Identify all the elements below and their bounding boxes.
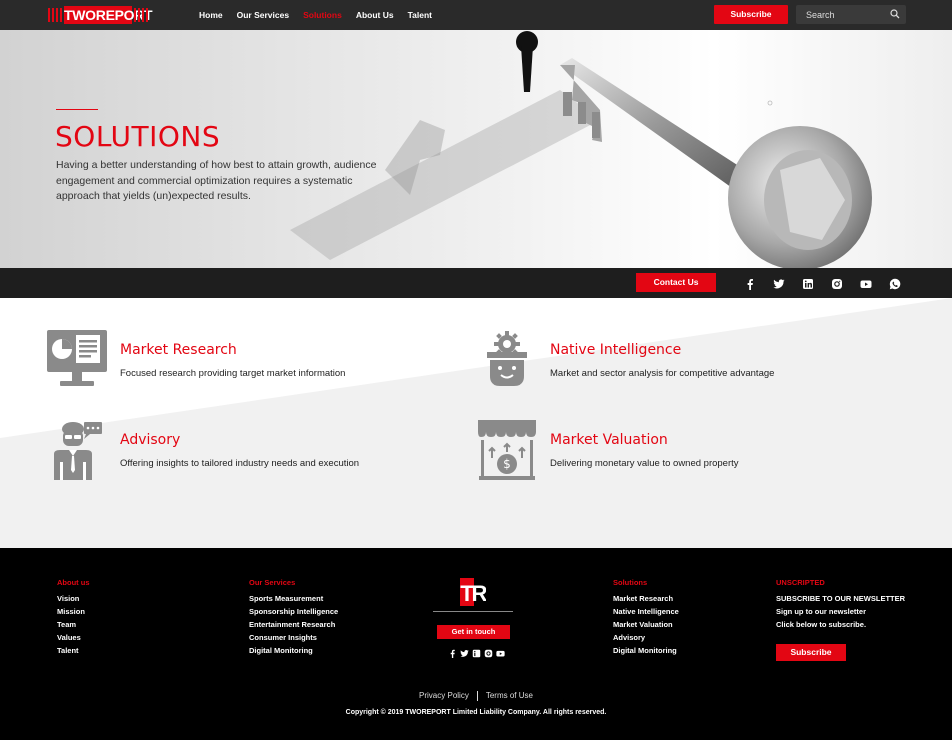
service-description: Focused research providing target market… [120, 368, 346, 379]
youtube-icon[interactable] [496, 645, 505, 657]
footer-link-native-intelligence[interactable]: Native Intelligence [613, 605, 679, 618]
footer-link-values[interactable]: Values [57, 631, 90, 644]
nav-our-services[interactable]: Our Services [237, 10, 289, 20]
legal-links: Privacy Policy Terms of Use [0, 691, 952, 701]
site-footer: About us Vision Mission Team Values Tale… [0, 548, 952, 740]
footer-link-consumer-insights[interactable]: Consumer Insights [249, 631, 338, 644]
footer-link-market-research[interactable]: Market Research [613, 592, 679, 605]
footer-link-sponsorship-intelligence[interactable]: Sponsorship Intelligence [249, 605, 338, 618]
footer-link-mission[interactable]: Mission [57, 605, 90, 618]
footer-link-vision[interactable]: Vision [57, 592, 90, 605]
whatsapp-icon[interactable] [889, 277, 901, 290]
newsletter-text: Click below to subscribe. [776, 620, 867, 629]
contact-social-bar: Contact Us [0, 268, 952, 298]
top-navbar: TWOREPORT Home Our Services Solutions Ab… [0, 0, 952, 30]
nav-home[interactable]: Home [199, 10, 223, 20]
footer-heading: Our Services [249, 578, 296, 587]
linkedin-icon[interactable] [472, 645, 481, 658]
monitor-chart-icon [47, 330, 107, 386]
facebook-icon[interactable] [448, 645, 457, 658]
instagram-icon[interactable] [831, 277, 843, 289]
svg-text:$: $ [503, 457, 511, 471]
site-logo[interactable]: TWOREPORT [48, 6, 153, 24]
nav-solutions[interactable]: Solutions [303, 10, 342, 20]
youtube-icon[interactable] [860, 277, 872, 289]
logo-bars-left [48, 8, 62, 22]
twitter-icon[interactable] [773, 277, 785, 289]
advisor-icon [54, 422, 102, 480]
contact-us-button[interactable]: Contact Us [636, 273, 716, 292]
hero-banner: SOLUTIONS Having a better understanding … [0, 30, 952, 268]
newsletter-text: Sign up to our newsletter [776, 607, 867, 616]
head-gear-icon [487, 331, 527, 386]
footer-link-digital-monitoring[interactable]: Digital Monitoring [613, 644, 679, 657]
twitter-icon[interactable] [460, 645, 469, 657]
footer-link-talent[interactable]: Talent [57, 644, 90, 657]
footer-heading: UNSCRIPTED [776, 578, 825, 587]
footer-heading: Solutions [613, 578, 648, 587]
get-in-touch-button[interactable]: Get in touch [437, 625, 510, 639]
instagram-icon[interactable] [484, 645, 493, 658]
nav-talent[interactable]: Talent [408, 10, 432, 20]
service-description: Delivering monetary value to owned prope… [550, 458, 739, 469]
footer-tr-logo[interactable]: T R [460, 578, 486, 606]
page-title: SOLUTIONS [55, 120, 221, 153]
storefront-value-icon: $ [478, 420, 536, 480]
svg-text:R: R [472, 581, 486, 606]
service-title: Market Research [120, 342, 237, 358]
search-box [796, 5, 906, 24]
footer-about-column: About us Vision Mission Team Values Tale… [57, 578, 90, 657]
search-input[interactable] [796, 5, 886, 24]
legal-separator [476, 691, 478, 701]
footer-link-digital-monitoring[interactable]: Digital Monitoring [249, 644, 338, 657]
search-icon[interactable] [890, 9, 900, 19]
logo-bars-right [134, 8, 148, 22]
linkedin-icon[interactable] [802, 277, 814, 289]
hero-description: Having a better understanding of how bes… [56, 159, 377, 202]
main-nav: Home Our Services Solutions About Us Tal… [199, 0, 432, 30]
privacy-policy-link[interactable]: Privacy Policy [419, 691, 469, 700]
services-section: Market Research Focused research providi… [0, 298, 952, 548]
footer-social-links [448, 645, 505, 658]
footer-link-sports-measurement[interactable]: Sports Measurement [249, 592, 338, 605]
terms-of-use-link[interactable]: Terms of Use [486, 691, 533, 700]
service-title: Market Valuation [550, 432, 668, 448]
hero-title-rule [56, 109, 98, 110]
subscribe-button[interactable]: Subscribe [714, 5, 788, 24]
facebook-icon[interactable] [744, 277, 756, 290]
copyright-text: Copyright © 2019 TWOREPORT Limited Liabi… [345, 709, 607, 716]
footer-newsletter-column: UNSCRIPTED SUBSCRIBE TO OUR NEWSLETTER S… [776, 578, 905, 631]
footer-link-entertainment-research[interactable]: Entertainment Research [249, 618, 338, 631]
service-title: Native Intelligence [550, 342, 682, 358]
footer-logo-divider [433, 611, 513, 612]
service-description: Market and sector analysis for competiti… [550, 368, 775, 379]
footer-link-advisory[interactable]: Advisory [613, 631, 679, 644]
footer-link-team[interactable]: Team [57, 618, 90, 631]
logo-text: TWOREPORT [64, 6, 153, 24]
nav-about-us[interactable]: About Us [356, 10, 394, 20]
service-description: Offering insights to tailored industry n… [120, 458, 360, 469]
service-title: Advisory [120, 432, 181, 448]
footer-subscribe-button[interactable]: Subscribe [776, 644, 846, 661]
footer-services-column: Our Services Sports Measurement Sponsors… [249, 578, 338, 657]
social-links [744, 277, 901, 290]
newsletter-headline: SUBSCRIBE TO OUR NEWSLETTER [776, 594, 906, 603]
footer-heading: About us [57, 578, 90, 587]
footer-link-market-valuation[interactable]: Market Valuation [613, 618, 679, 631]
footer-solutions-column: Solutions Market Research Native Intelli… [613, 578, 679, 657]
